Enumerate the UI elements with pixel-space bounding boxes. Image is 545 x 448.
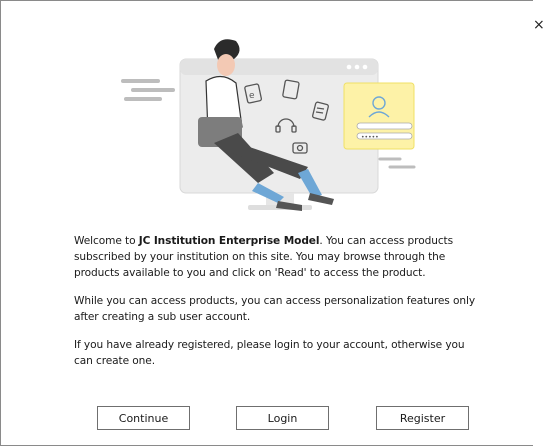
decorative-lines-left [121, 79, 175, 101]
decorative-lines-right [378, 157, 416, 169]
close-icon[interactable]: × [533, 18, 545, 32]
brand-name: JC Institution Enterprise Model [138, 235, 320, 247]
welcome-paragraph: Welcome to JC Institution Enterprise Mod… [74, 235, 454, 279]
register-button[interactable]: Register [376, 406, 469, 430]
login-prompt-paragraph: If you have already registered, please l… [74, 339, 465, 367]
continue-button[interactable]: Continue [97, 406, 190, 430]
welcome-text: Welcome to JC Institution Enterprise Mod… [74, 233, 484, 381]
personalization-paragraph: While you can access products, you can a… [74, 295, 475, 323]
svg-text:e: e [249, 91, 255, 101]
login-button[interactable]: Login [236, 406, 329, 430]
login-card-graphic: ••••• [343, 82, 415, 150]
password-dots: ••••• [361, 134, 379, 141]
welcome-dialog: e ••••• Welcome to JC Institution Enterp… [0, 0, 533, 446]
welcome-illustration: e ••••• [121, 39, 416, 211]
